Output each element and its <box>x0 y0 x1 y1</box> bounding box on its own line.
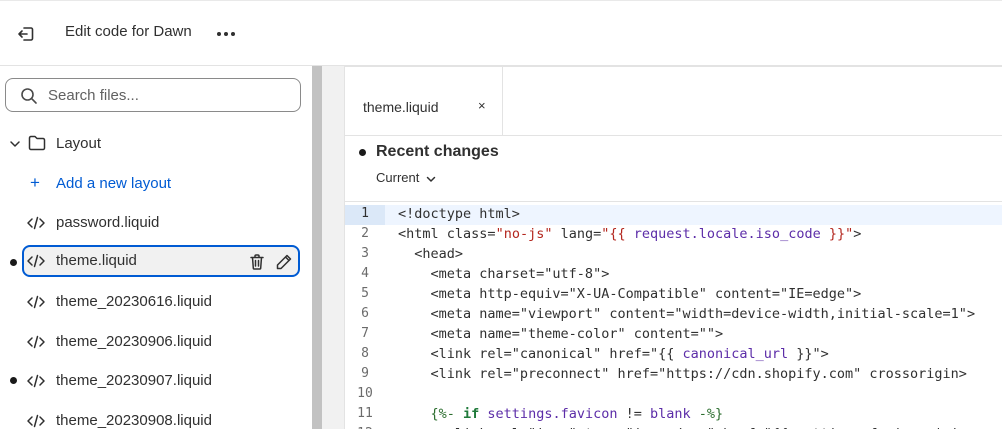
chevron-down-icon <box>427 176 436 182</box>
recent-changes-title: Recent changes <box>376 143 499 160</box>
code-text: <head> <box>398 246 464 262</box>
code-icon <box>27 295 45 309</box>
code-icon <box>27 374 45 388</box>
close-icon[interactable]: × <box>478 98 486 113</box>
code-area[interactable]: 1 <!doctype html> 2 <html class="no-js" lan… <box>345 201 1002 429</box>
code-line[interactable]: 5 <meta http-equiv="X-UA-Compatible" con… <box>345 285 1002 305</box>
code-line[interactable]: 10 <box>345 385 1002 405</box>
code-text: <!doctype html> <box>398 206 520 222</box>
line-number: 8 <box>361 346 369 361</box>
line-number: 6 <box>361 306 369 321</box>
code-text: <meta charset="utf-8"> <box>398 266 610 282</box>
file-item-theme-20230907[interactable]: theme_20230907.liquid <box>22 365 300 397</box>
code-text: <meta http-equiv="X-UA-Compatible" conte… <box>398 286 862 302</box>
line-number: 11 <box>357 406 373 421</box>
more-actions-button[interactable] <box>212 21 240 47</box>
search-box <box>5 78 301 112</box>
line-number: 4 <box>361 266 369 281</box>
folder-label: Layout <box>56 135 102 152</box>
code-text: <meta name="viewport" content="width=dev… <box>398 306 976 322</box>
file-item-theme-20230616[interactable]: theme_20230616.liquid <box>22 286 300 318</box>
tab-label: theme.liquid <box>363 99 439 115</box>
code-line[interactable]: 11 {%- if settings.favicon != blank -%} <box>345 405 1002 425</box>
file-name: theme_20230908.liquid <box>56 412 212 429</box>
code-line[interactable]: 1 <!doctype html> <box>345 205 1002 225</box>
folder-icon <box>28 135 46 151</box>
line-number: 2 <box>361 226 369 241</box>
page-title: Edit code for Dawn <box>65 23 192 40</box>
code-icon <box>27 335 45 349</box>
sidebar-scrollbar[interactable] <box>312 66 322 429</box>
search-icon <box>21 88 37 104</box>
add-layout-button[interactable]: + Add a new layout <box>0 172 312 196</box>
line-number: 10 <box>357 386 373 401</box>
unsaved-dot <box>10 259 17 266</box>
line-number: 5 <box>361 286 369 301</box>
version-selector[interactable]: Current <box>376 170 437 185</box>
file-name: theme_20230907.liquid <box>56 372 212 389</box>
exit-button[interactable] <box>12 21 40 47</box>
line-number: 9 <box>361 366 369 381</box>
file-name: password.liquid <box>56 214 160 231</box>
code-line[interactable]: 8 <link rel="canonical" href="{{ canonic… <box>345 345 1002 365</box>
plus-icon: + <box>30 173 40 192</box>
tab-theme-liquid[interactable]: theme.liquid × <box>345 67 503 135</box>
line-number: 7 <box>361 326 369 341</box>
ellipsis-icon <box>217 32 235 36</box>
code-text: <link rel="canonical" href="{{ canonical… <box>398 346 829 362</box>
code-icon <box>27 254 45 268</box>
chevron-down-icon <box>10 141 20 147</box>
add-layout-label: Add a new layout <box>56 175 172 192</box>
code-text: <meta name="theme-color" content=""> <box>398 326 724 342</box>
code-line[interactable]: 12 <link rel="icon" type="image/png" hre… <box>345 425 1002 429</box>
code-editor-panel: theme.liquid × Recent changes Current 1 <… <box>344 66 1002 429</box>
file-name: theme.liquid <box>56 252 137 269</box>
code-line[interactable]: 7 <meta name="theme-color" content=""> <box>345 325 1002 345</box>
search-input[interactable] <box>48 85 288 105</box>
folder-layout[interactable]: Layout <box>0 132 312 156</box>
file-item-theme-20230908[interactable]: theme_20230908.liquid <box>22 405 300 429</box>
file-name: theme_20230616.liquid <box>56 293 212 310</box>
code-line[interactable]: 9 <link rel="preconnect" href="https://c… <box>345 365 1002 385</box>
code-text: <html class="no-js" lang="{{ request.loc… <box>398 226 862 242</box>
pencil-icon[interactable] <box>275 253 293 271</box>
line-number: 3 <box>361 246 369 261</box>
panel-gutter <box>322 66 344 429</box>
unsaved-dot <box>359 149 366 156</box>
line-number: 1 <box>345 205 385 225</box>
version-label: Current <box>376 170 420 185</box>
file-name: theme_20230906.liquid <box>56 333 212 350</box>
code-line[interactable]: 4 <meta charset="utf-8"> <box>345 265 1002 285</box>
unsaved-dot <box>10 377 17 384</box>
code-text: {%- if settings.favicon != blank -%} <box>398 406 724 422</box>
top-bar: Edit code for Dawn <box>0 0 1002 66</box>
code-line[interactable]: 6 <meta name="viewport" content="width=d… <box>345 305 1002 325</box>
exit-icon <box>18 27 34 41</box>
file-item-password[interactable]: password.liquid <box>22 207 300 239</box>
code-icon <box>27 414 45 428</box>
file-sidebar: Layout + Add a new layout password.liqui… <box>0 66 312 429</box>
trash-icon[interactable] <box>248 253 266 271</box>
code-text: <link rel="preconnect" href="https://cdn… <box>398 366 967 382</box>
file-item-theme[interactable]: theme.liquid <box>22 245 300 277</box>
code-line[interactable]: 2 <html class="no-js" lang="{{ request.lo… <box>345 225 1002 245</box>
code-line[interactable]: 3 <head> <box>345 245 1002 265</box>
scrollbar-thumb[interactable] <box>312 66 322 429</box>
tab-divider <box>345 135 1002 136</box>
code-icon <box>27 216 45 230</box>
file-item-theme-20230906[interactable]: theme_20230906.liquid <box>22 326 300 358</box>
